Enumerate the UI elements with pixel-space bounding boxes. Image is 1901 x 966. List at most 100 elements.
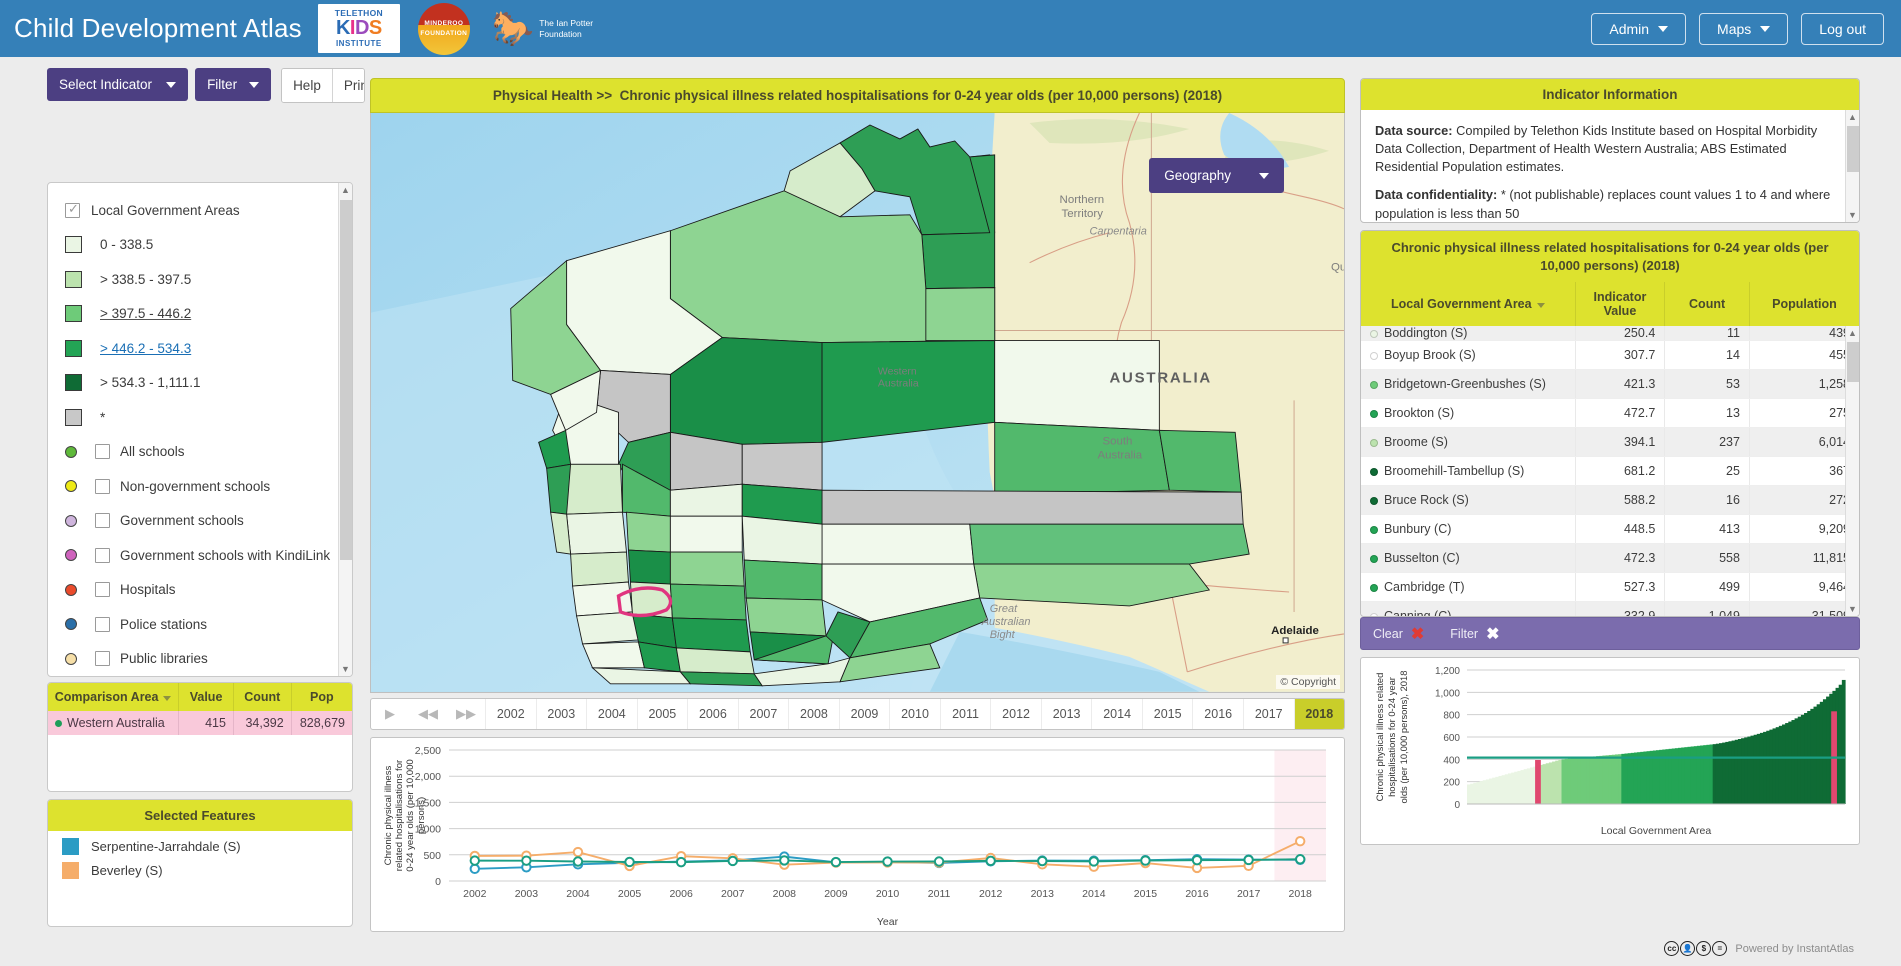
- scroll-down-icon[interactable]: ▼: [1846, 602, 1859, 616]
- ranked-bar-chart[interactable]: 0 200 400 600 800 1,000 1,200 Local Government …: [1360, 657, 1860, 846]
- checkbox-icon[interactable]: [95, 616, 110, 632]
- scrollbar-thumb[interactable]: [1847, 126, 1859, 172]
- checkbox-icon[interactable]: [65, 201, 80, 218]
- map-container[interactable]: Carpentaria Great Australian Bight North…: [370, 113, 1345, 693]
- legend-class-row[interactable]: > 338.5 - 397.5: [65, 262, 352, 297]
- legend-class-label[interactable]: > 446.2 - 534.3: [100, 341, 191, 356]
- scrollbar-thumb[interactable]: [1847, 342, 1859, 383]
- legend-class-label[interactable]: > 397.5 - 446.2: [100, 306, 191, 321]
- table-row[interactable]: Western Australia 415 34,392 828,679: [48, 711, 352, 735]
- legend-class-row[interactable]: 0 - 338.5: [65, 228, 352, 263]
- data-table-body[interactable]: Boddington (S) 250.4 11 439 Boyup Brook …: [1361, 326, 1859, 617]
- checkbox-icon[interactable]: [95, 513, 110, 529]
- filter-button[interactable]: Filter: [195, 68, 272, 101]
- table-row[interactable]: Bruce Rock (S) 588.2 16 272: [1361, 485, 1859, 516]
- table-row[interactable]: Canning (C) 332.9 1,049 31,509: [1361, 601, 1859, 617]
- admin-button[interactable]: Admin: [1591, 12, 1687, 45]
- legend-point-layer-police-stations[interactable]: Police stations: [65, 607, 352, 642]
- legend-point-layer-hospitals[interactable]: Hospitals: [65, 573, 352, 608]
- legend-layer-toggle[interactable]: Local Government Areas: [65, 193, 352, 228]
- legend-class-row[interactable]: > 534.3 - 1,111.1: [65, 366, 352, 401]
- scroll-up-icon[interactable]: ▲: [1846, 326, 1859, 340]
- map-canvas[interactable]: Carpentaria Great Australian Bight North…: [371, 113, 1344, 692]
- timeline-year-2009[interactable]: 2009: [838, 699, 890, 729]
- maps-button[interactable]: Maps: [1699, 12, 1789, 45]
- checkbox-icon[interactable]: [95, 547, 110, 563]
- list-item[interactable]: Serpentine-Jarrahdale (S): [48, 831, 352, 855]
- table-row[interactable]: Boddington (S) 250.4 11 439: [1361, 326, 1859, 342]
- column-header-count[interactable]: Count: [233, 683, 292, 711]
- table-row[interactable]: Broome (S) 394.1 237 6,014: [1361, 427, 1859, 458]
- timeline-year-2008[interactable]: 2008: [788, 699, 839, 729]
- help-button[interactable]: Help: [282, 69, 333, 102]
- clear-icon[interactable]: ✖: [1411, 624, 1424, 644]
- timeline-year-2013[interactable]: 2013: [1040, 699, 1092, 729]
- timeline-control[interactable]: ▶ ◀◀ ▶▶ 2002 2003 2004 2005 2006 2007 20…: [370, 698, 1345, 730]
- table-row[interactable]: Boyup Brook (S) 307.7 14 455: [1361, 340, 1859, 371]
- timeline-year-2016[interactable]: 2016: [1192, 699, 1243, 729]
- timeline-year-2012[interactable]: 2012: [990, 699, 1041, 729]
- checkbox-icon[interactable]: [95, 651, 110, 667]
- column-header-indicator-value[interactable]: Indicator Value: [1575, 282, 1666, 327]
- data-table-scrollbar[interactable]: ▲ ▼: [1845, 326, 1859, 617]
- select-indicator-button[interactable]: Select Indicator: [47, 68, 189, 101]
- legend-scrollbar[interactable]: ▲ ▼: [338, 183, 352, 676]
- legend-class-label: > 338.5 - 397.5: [100, 271, 192, 287]
- timeline-year-2018[interactable]: 2018: [1293, 699, 1344, 729]
- scroll-down-icon[interactable]: ▼: [339, 662, 352, 676]
- filter-close-icon[interactable]: ✖: [1486, 624, 1499, 644]
- checkbox-icon[interactable]: [95, 444, 110, 460]
- legend-class-row[interactable]: > 397.5 - 446.2: [65, 297, 352, 332]
- checkbox-icon[interactable]: [95, 478, 110, 494]
- step-back-button[interactable]: ◀◀: [409, 699, 447, 729]
- timeline-year-2006[interactable]: 2006: [687, 699, 738, 729]
- play-button[interactable]: ▶: [371, 699, 409, 729]
- column-header-comparison-area[interactable]: Comparison Area: [48, 683, 180, 711]
- table-row[interactable]: Brookton (S) 472.7 13 275: [1361, 398, 1859, 429]
- list-item[interactable]: Beverley (S): [48, 855, 352, 879]
- time-series-chart[interactable]: 0 500 1,000 1,500 2,000 2,500 2002 2003 2004 2005…: [370, 737, 1345, 932]
- timeline-year-2002[interactable]: 2002: [485, 699, 536, 729]
- checkbox-icon[interactable]: [95, 582, 110, 598]
- scroll-down-icon[interactable]: ▼: [1846, 208, 1859, 222]
- legend-point-layer-all-schools[interactable]: All schools: [65, 435, 352, 470]
- timeline-year-2017[interactable]: 2017: [1242, 699, 1294, 729]
- column-header-population[interactable]: Population: [1749, 282, 1859, 327]
- timeline-year-2004[interactable]: 2004: [586, 699, 637, 729]
- table-row[interactable]: Bridgetown-Greenbushes (S) 421.3 53 1,25…: [1361, 369, 1859, 400]
- legend-point-layer-government-schools[interactable]: Government schools: [65, 504, 352, 539]
- map-legend: Local Government Areas 0 - 338.5 > 338.5…: [47, 182, 353, 677]
- table-row[interactable]: Bunbury (C) 448.5 413 9,209: [1361, 514, 1859, 545]
- table-row[interactable]: Cambridge (T) 527.3 499 9,464: [1361, 572, 1859, 603]
- lga-value: 421.3: [1575, 369, 1666, 400]
- column-header-pop[interactable]: Pop: [291, 683, 352, 711]
- column-header-count[interactable]: Count: [1664, 282, 1750, 327]
- legend-class-row[interactable]: *: [65, 400, 352, 435]
- logout-button[interactable]: Log out: [1801, 12, 1884, 45]
- scrollbar-thumb[interactable]: [340, 200, 352, 560]
- clear-label[interactable]: Clear: [1373, 627, 1403, 641]
- step-forward-button[interactable]: ▶▶: [447, 699, 485, 729]
- geography-dropdown-button[interactable]: Geography: [1149, 158, 1284, 193]
- table-row[interactable]: Broomehill-Tambellup (S) 681.2 25 367: [1361, 456, 1859, 487]
- print-button[interactable]: Print: [332, 69, 365, 102]
- timeline-year-2010[interactable]: 2010: [889, 699, 940, 729]
- lga-pop: 1,258: [1749, 369, 1859, 400]
- indicator-info-scrollbar[interactable]: ▲ ▼: [1845, 110, 1859, 222]
- legend-point-layer-public-libraries[interactable]: Public libraries: [65, 642, 352, 677]
- legend-class-row[interactable]: > 446.2 - 534.3: [65, 331, 352, 366]
- timeline-year-2007[interactable]: 2007: [737, 699, 789, 729]
- legend-point-layer-non-government-schools[interactable]: Non-government schools: [65, 469, 352, 504]
- table-row[interactable]: Busselton (C) 472.3 558 11,815: [1361, 543, 1859, 574]
- column-header-local-government-area[interactable]: Local Government Area: [1361, 282, 1576, 327]
- timeline-year-2011[interactable]: 2011: [939, 699, 991, 729]
- timeline-year-2003[interactable]: 2003: [535, 699, 587, 729]
- column-header-value[interactable]: Value: [178, 683, 234, 711]
- timeline-year-2005[interactable]: 2005: [636, 699, 688, 729]
- filter-label[interactable]: Filter: [1450, 627, 1478, 641]
- timeline-year-2014[interactable]: 2014: [1091, 699, 1142, 729]
- legend-point-layer-government-schools-kindilink[interactable]: Government schools with KindiLink: [65, 538, 352, 573]
- scroll-up-icon[interactable]: ▲: [1846, 110, 1859, 124]
- timeline-year-2015[interactable]: 2015: [1141, 699, 1193, 729]
- scroll-up-icon[interactable]: ▲: [339, 183, 352, 197]
